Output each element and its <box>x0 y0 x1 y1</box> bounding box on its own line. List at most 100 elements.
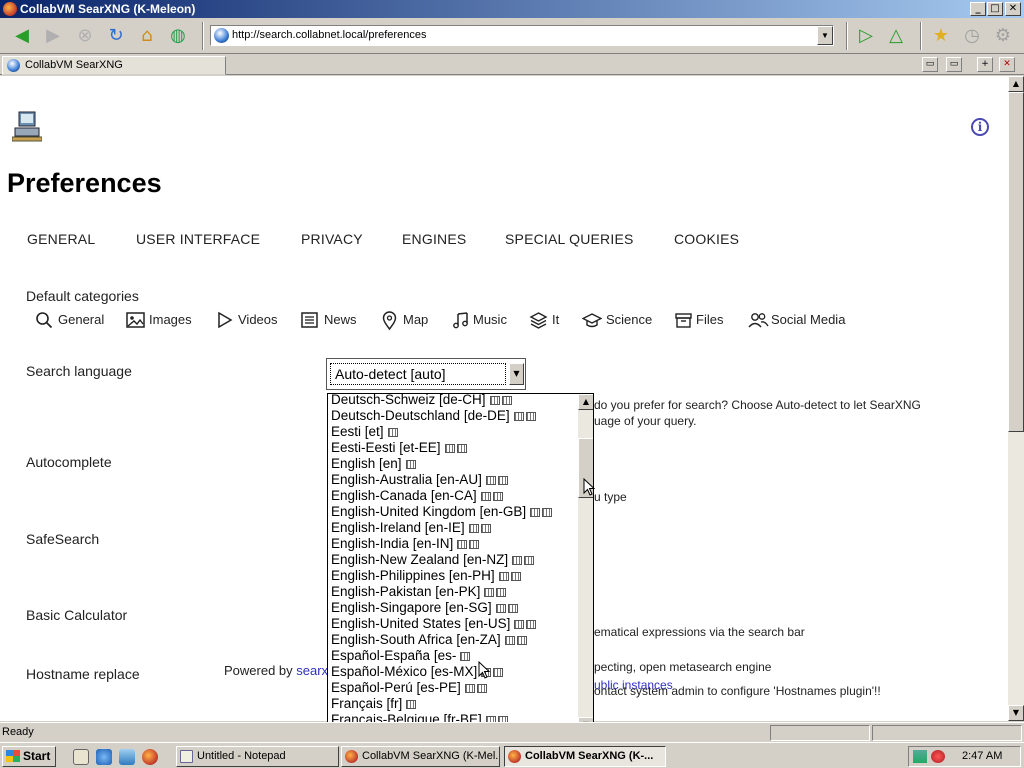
language-option[interactable]: Español-Perú [es-PE] <box>331 680 487 696</box>
internet-explorer-icon[interactable] <box>96 749 112 765</box>
search-language-description: do you prefer for search? Choose Auto-de… <box>594 398 921 412</box>
language-option[interactable]: English-New Zealand [en-NZ] <box>331 552 535 568</box>
task-label: Untitled - Notepad <box>197 750 286 762</box>
category-videos[interactable]: Videos <box>216 310 281 330</box>
category-social-media[interactable]: Social Media <box>747 310 847 330</box>
tab-user-interface[interactable]: USER INTERFACE <box>136 231 260 247</box>
flag-icon <box>510 571 521 581</box>
address-bar[interactable]: http://search.collabnet.local/preference… <box>210 25 834 46</box>
searx-link[interactable]: searx <box>296 663 328 678</box>
taskbar-notepad[interactable]: Untitled - Notepad <box>176 746 339 767</box>
hostname-replace-label: Hostname replace <box>26 666 140 682</box>
category-label: Social Media <box>771 312 846 327</box>
dropdown-scrollbar[interactable]: ▲ ▼ <box>578 394 593 733</box>
category-map[interactable]: Map <box>381 310 431 331</box>
language-option[interactable]: English-South Africa [en-ZA] <box>331 632 527 648</box>
map-pin-icon <box>382 311 397 331</box>
clock[interactable]: 2:47 AM <box>962 750 1002 762</box>
stop-icon[interactable]: ⊗ <box>73 24 97 48</box>
scroll-down-icon[interactable]: ▼ <box>1008 705 1024 721</box>
flag-icon <box>504 635 515 645</box>
new-tab-icon[interactable]: + <box>977 57 993 72</box>
start-button[interactable]: Start <box>2 746 56 767</box>
category-news[interactable]: News <box>300 310 360 330</box>
language-option[interactable]: English-Singapore [en-SG] <box>331 600 518 616</box>
image-icon <box>126 312 145 328</box>
tab-engines[interactable]: ENGINES <box>402 231 466 247</box>
flag-icon <box>464 683 475 693</box>
language-option-label: Deutsch-Deutschland [de-DE] <box>331 408 510 423</box>
powered-by-suffix: pecting, open metasearch engine <box>594 660 772 674</box>
window-title-bar[interactable]: CollabVM SearXNG (K-Meleon) <box>0 0 1024 18</box>
outlook-express-icon[interactable] <box>119 749 135 765</box>
language-option[interactable]: Deutsch-Deutschland [de-DE] <box>331 408 536 424</box>
home-icon[interactable]: ⌂ <box>135 24 159 48</box>
history-clock-icon[interactable]: ◷ <box>960 24 984 48</box>
settings-gear-icon[interactable]: ⚙ <box>991 24 1015 48</box>
security-shield-icon[interactable] <box>931 750 945 763</box>
language-option[interactable]: Eesti [et] <box>331 424 398 440</box>
language-option[interactable]: English-Ireland [en-IE] <box>331 520 491 536</box>
tab-cookies[interactable]: COOKIES <box>674 231 739 247</box>
language-option[interactable]: English-India [en-IN] <box>331 536 480 552</box>
search-language-select[interactable]: Auto-detect [auto] ▼ <box>326 358 526 390</box>
close-tab-icon[interactable]: ✕ <box>999 57 1015 72</box>
toolbar-separator <box>846 22 848 50</box>
up-icon[interactable]: △ <box>884 24 908 48</box>
taskbar-kmeleon-2[interactable]: CollabVM SearXNG (K-... <box>504 746 666 767</box>
info-icon[interactable]: i <box>971 118 989 136</box>
flag-icon <box>480 491 491 501</box>
page-scrollbar-thumb[interactable] <box>1008 92 1024 432</box>
search-language-dropdown-list[interactable]: Deutsch-Schweiz [de-CH] Deutsch-Deutschla… <box>327 393 594 734</box>
category-label: Files <box>696 312 724 327</box>
task-label: CollabVM SearXNG (K-Mel... <box>362 750 500 762</box>
address-dropdown-button[interactable]: ▼ <box>817 26 833 45</box>
language-option[interactable]: English-Canada [en-CA] <box>331 488 503 504</box>
category-general[interactable]: General <box>35 310 107 330</box>
language-option[interactable]: English-United Kingdom [en-GB] <box>331 504 553 520</box>
page-scrollbar[interactable]: ▲ ▼ <box>1008 76 1024 721</box>
tab-privacy[interactable]: PRIVACY <box>301 231 363 247</box>
language-option[interactable]: Eesti-Eesti [et-EE] <box>331 440 467 456</box>
taskbar-kmeleon-1[interactable]: CollabVM SearXNG (K-Mel... <box>341 746 500 767</box>
tab-restore-icon[interactable]: ▭ <box>946 57 962 72</box>
language-option[interactable]: Français [fr] <box>331 696 417 712</box>
language-option[interactable]: Español-España [es- <box>331 648 471 664</box>
scroll-up-icon[interactable]: ▲ <box>1008 76 1024 92</box>
address-input[interactable]: http://search.collabnet.local/preference… <box>232 29 426 41</box>
language-option[interactable]: English-Australia [en-AU] <box>331 472 508 488</box>
kmeleon-quicklaunch-icon[interactable] <box>142 749 158 765</box>
tab-special-queries[interactable]: SPECIAL QUERIES <box>505 231 634 247</box>
go-icon[interactable]: ▷ <box>854 24 878 48</box>
category-images[interactable]: Images <box>126 310 196 330</box>
dropdown-scroll-up-icon[interactable]: ▲ <box>578 394 593 410</box>
tab-minimize-icon[interactable]: ▭ <box>922 57 938 72</box>
close-button[interactable]: ✕ <box>1005 2 1021 16</box>
language-option[interactable]: Deutsch-Schweiz [de-CH] <box>331 394 512 408</box>
reload-icon[interactable]: ↻ <box>104 24 128 48</box>
chevron-down-icon[interactable]: ▼ <box>509 363 524 385</box>
maximize-button[interactable]: □ <box>987 2 1003 16</box>
tab-collabvm-searxng[interactable]: CollabVM SearXNG <box>2 56 226 75</box>
graduation-cap-icon <box>582 313 602 328</box>
language-option[interactable]: English-Philippines [en-PH] <box>331 568 521 584</box>
category-it[interactable]: It <box>529 310 563 330</box>
kmeleon-app-icon[interactable] <box>3 2 17 16</box>
language-option[interactable]: English [en] <box>331 456 416 472</box>
minimize-button[interactable]: _ <box>970 2 986 16</box>
go-globe-icon[interactable]: ◍ <box>166 24 190 48</box>
category-music[interactable]: Music <box>452 310 510 330</box>
searxng-logo-icon[interactable] <box>12 110 42 142</box>
category-files[interactable]: Files <box>674 310 729 330</box>
tab-general[interactable]: GENERAL <box>27 231 95 247</box>
bookmark-star-icon[interactable]: ★ <box>929 24 953 48</box>
network-icon[interactable] <box>913 750 927 763</box>
language-option[interactable]: English-United States [en-US] <box>331 616 537 632</box>
forward-icon[interactable]: ▶ <box>41 24 65 48</box>
language-option[interactable]: English-Pakistan [en-PK] <box>331 584 507 600</box>
flag-icon <box>476 683 487 693</box>
show-desktop-icon[interactable] <box>73 749 89 765</box>
category-science[interactable]: Science <box>582 310 654 330</box>
back-icon[interactable]: ◀ <box>10 24 34 48</box>
toolbar-separator <box>202 22 204 50</box>
